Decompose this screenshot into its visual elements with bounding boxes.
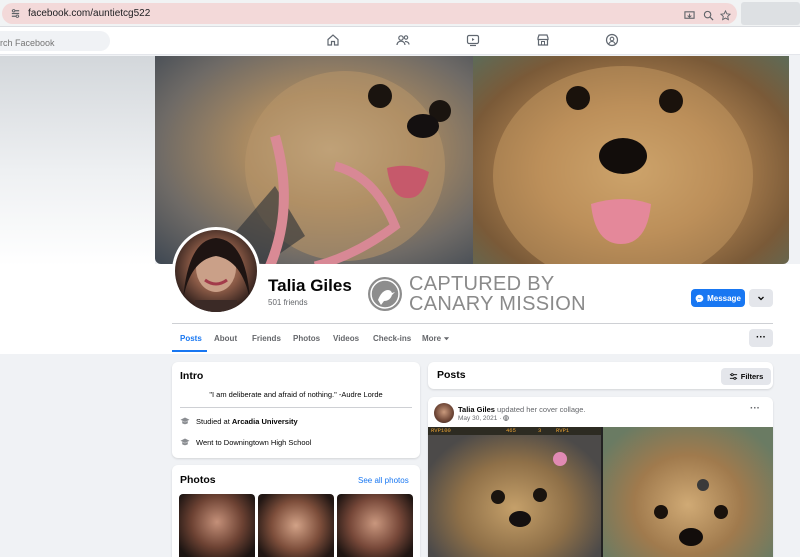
cover-photo[interactable] bbox=[155, 56, 789, 264]
browser-toolbar: facebook.com/auntietcg522 bbox=[0, 0, 800, 27]
post-date-text: May 30, 2021 · bbox=[458, 415, 504, 422]
intro-education-text: Studied at Arcadia University bbox=[196, 417, 298, 426]
filters-icon bbox=[729, 373, 737, 380]
url-text: facebook.com/auntietcg522 bbox=[28, 8, 151, 19]
install-app-icon[interactable] bbox=[684, 8, 696, 20]
messenger-icon bbox=[695, 294, 704, 303]
tabs-overflow-button[interactable]: ··· bbox=[749, 329, 773, 347]
bookmark-star-icon[interactable] bbox=[719, 8, 732, 21]
intro-title: Intro bbox=[180, 370, 204, 382]
strip-text: 3 bbox=[538, 427, 542, 434]
strip-text: RVP1 bbox=[556, 427, 570, 434]
tab-about[interactable]: About bbox=[214, 334, 237, 343]
browser-profile-area[interactable] bbox=[741, 2, 800, 25]
left-background bbox=[0, 56, 155, 266]
canary-mission-watermark: CAPTURED BY CANARY MISSION bbox=[368, 274, 598, 315]
profile-name: Talia Giles bbox=[268, 276, 352, 295]
strip-text: 465 bbox=[506, 427, 516, 434]
facebook-top-nav bbox=[0, 27, 800, 55]
filters-label: Filters bbox=[740, 372, 764, 381]
post-image-strip: RVP100 465 3 RVP1 bbox=[428, 427, 601, 435]
search-input[interactable] bbox=[0, 31, 110, 51]
post-card: Talia Giles updated her cover collage. M… bbox=[428, 397, 773, 557]
post-author-name[interactable]: Talia Giles bbox=[458, 405, 495, 414]
chevron-down-icon bbox=[758, 296, 764, 301]
avatar-illustration bbox=[183, 238, 250, 312]
university-link[interactable]: Arcadia University bbox=[232, 417, 298, 426]
profile-more-dropdown[interactable] bbox=[749, 289, 773, 307]
friends-icon[interactable] bbox=[396, 33, 410, 47]
marketplace-icon[interactable] bbox=[536, 33, 550, 47]
graduation-cap-icon bbox=[180, 417, 190, 425]
profile-divider bbox=[172, 323, 773, 324]
tab-more[interactable]: More bbox=[422, 334, 450, 343]
tab-photos[interactable]: Photos bbox=[293, 334, 320, 343]
tab-videos[interactable]: Videos bbox=[333, 334, 359, 343]
graduation-cap-icon bbox=[180, 438, 190, 446]
posts-header-card: Posts Filters bbox=[428, 362, 773, 389]
photo-thumbnail[interactable] bbox=[179, 494, 255, 557]
canary-bird-icon bbox=[368, 277, 402, 311]
watermark-text: CAPTURED BY CANARY MISSION bbox=[409, 274, 609, 314]
message-button-label: Message bbox=[707, 293, 741, 303]
message-button[interactable]: Message bbox=[691, 289, 745, 307]
groups-icon[interactable] bbox=[605, 33, 619, 47]
caret-down-icon bbox=[444, 337, 450, 341]
zoom-icon[interactable] bbox=[703, 8, 715, 21]
photos-title: Photos bbox=[180, 474, 216, 486]
intro-highschool-row: Went to Downingtown High School bbox=[180, 437, 311, 447]
watermark-line-1: CAPTURED BY bbox=[409, 273, 555, 295]
site-info-icon[interactable] bbox=[10, 8, 22, 19]
see-all-photos-link[interactable]: See all photos bbox=[358, 476, 409, 485]
filters-button[interactable]: Filters bbox=[721, 368, 771, 385]
intro-education-row: Studied at Arcadia University bbox=[180, 416, 298, 426]
watch-icon[interactable] bbox=[466, 33, 480, 47]
tab-friends[interactable]: Friends bbox=[252, 334, 281, 343]
post-author-avatar[interactable] bbox=[434, 403, 454, 423]
post-image-left bbox=[428, 435, 601, 557]
photo-thumbnail[interactable] bbox=[337, 494, 413, 557]
post-action-text: updated her cover collage. bbox=[494, 405, 586, 414]
intro-bio-quote: "I am deliberate and afraid of nothing."… bbox=[209, 390, 383, 399]
post-header-text: Talia Giles updated her cover collage. bbox=[458, 405, 585, 414]
profile-avatar[interactable] bbox=[172, 227, 260, 315]
dog-illustration bbox=[491, 452, 567, 527]
post-timestamp[interactable]: May 30, 2021 · bbox=[458, 415, 509, 422]
dog-illustration-right bbox=[493, 66, 753, 264]
friends-count[interactable]: 501 friends bbox=[268, 298, 308, 307]
address-bar[interactable]: facebook.com/auntietcg522 bbox=[2, 3, 737, 24]
watermark-line-2: CANARY MISSION bbox=[409, 293, 586, 315]
post-image-right bbox=[603, 427, 773, 557]
intro-separator bbox=[180, 407, 412, 408]
photo-thumbnail[interactable] bbox=[258, 494, 334, 557]
post-options-button[interactable]: ··· bbox=[750, 403, 760, 414]
globe-icon bbox=[503, 415, 509, 421]
home-icon[interactable] bbox=[326, 33, 340, 47]
cover-photo-right bbox=[473, 56, 789, 264]
studied-prefix: Studied at bbox=[196, 416, 232, 426]
post-image[interactable]: RVP100 465 3 RVP1 bbox=[428, 427, 773, 557]
tab-check-ins[interactable]: Check-ins bbox=[373, 334, 411, 343]
tab-posts[interactable]: Posts bbox=[180, 334, 202, 343]
active-tab-indicator bbox=[172, 350, 207, 352]
intro-highschool-text: Went to Downingtown High School bbox=[196, 437, 312, 447]
strip-text: RVP100 bbox=[431, 427, 451, 434]
photos-card: Photos See all photos bbox=[172, 465, 420, 557]
posts-title: Posts bbox=[437, 369, 466, 381]
dog-illustration bbox=[654, 479, 728, 546]
tab-more-label: More bbox=[422, 334, 442, 343]
intro-card: Intro "I am deliberate and afraid of not… bbox=[172, 362, 420, 458]
